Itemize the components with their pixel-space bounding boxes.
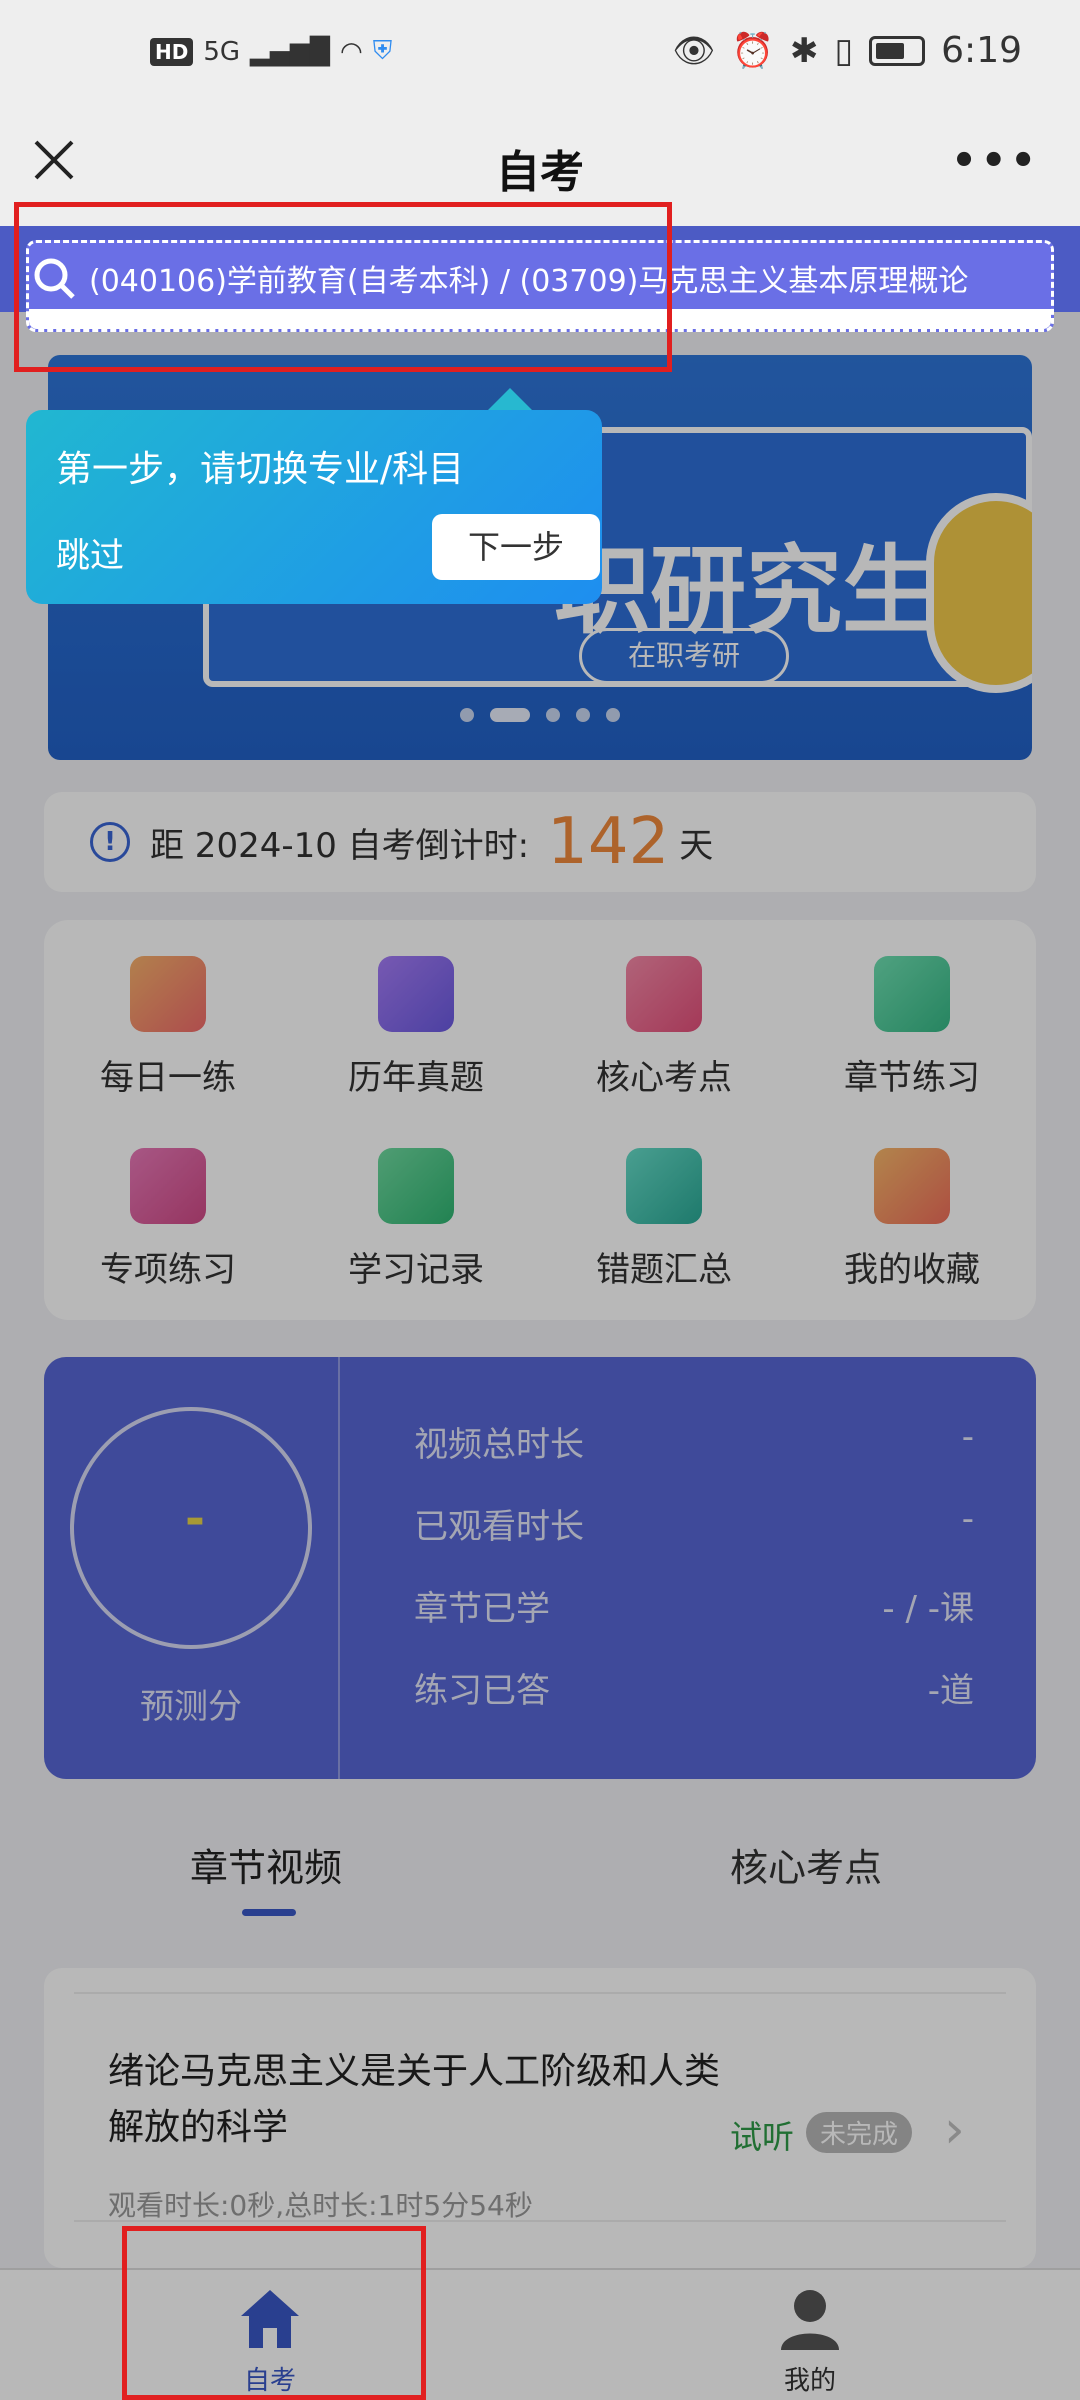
page-title: 自考: [496, 147, 584, 198]
banner-badge: [926, 493, 1032, 693]
menu-label: 专项练习: [100, 1250, 236, 1290]
stat-row: 练习已答 -道: [414, 1663, 974, 1712]
stat-label: 视频总时长: [414, 1425, 584, 1465]
stat-value: -: [961, 1499, 974, 1539]
chevron-right-icon: ›: [944, 2100, 965, 2160]
stat-value: - / -课: [882, 1589, 974, 1629]
menu-study-record[interactable]: 学习记录: [292, 1148, 540, 1291]
book-icon: [626, 956, 702, 1032]
tab-chapter-videos[interactable]: 章节视频: [190, 1837, 342, 1892]
stat-value: -: [961, 1417, 974, 1457]
banner-dot: [576, 708, 590, 722]
lesson-duration: 观看时长:0秒,总时长:1时5分54秒: [108, 2189, 533, 2222]
signal-icon: ▂▄▆█: [250, 36, 331, 67]
exam-icon: [378, 956, 454, 1032]
menu-label: 学习记录: [348, 1250, 484, 1290]
menu-label: 历年真题: [348, 1058, 484, 1098]
vibrate-icon: ▯: [834, 30, 854, 71]
stat-label: 已观看时长: [414, 1507, 584, 1547]
study-stats-card: - 预测分 视频总时长 - 已观看时长 - 章节已学 - / -课 练习已答 -…: [44, 1357, 1036, 1779]
banner-dot: [546, 708, 560, 722]
menu-past-exams[interactable]: 历年真题: [292, 956, 540, 1099]
menu-special-practice[interactable]: 专项练习: [44, 1148, 292, 1291]
status-bar: HD 5G ▂▄▆█ ◠ ⛨ 👁 ⏰ ✱ ▯ 6:19: [0, 0, 1080, 118]
folder-up-icon: [874, 956, 950, 1032]
menu-label: 每日一练: [100, 1058, 236, 1098]
annotation-box-selector: [14, 202, 672, 372]
content-tabs: 章节视频 核心考点: [0, 1815, 1080, 1925]
folder-icon: [378, 1148, 454, 1224]
nav-profile[interactable]: 我的: [710, 2284, 910, 2397]
predicted-score-value: -: [185, 1491, 205, 1547]
battery-icon: [869, 35, 926, 66]
countdown-label: 距 2024-10 自考倒计时:: [150, 825, 530, 866]
stat-label: 练习已答: [414, 1671, 550, 1711]
exam-countdown: ! 距 2024-10 自考倒计时: 142 天: [44, 792, 1036, 892]
menu-chapter-practice[interactable]: 章节练习: [788, 956, 1036, 1099]
star-bookmark-icon: [874, 1148, 950, 1224]
banner-dot: [460, 708, 474, 722]
info-icon: !: [90, 822, 130, 862]
skip-link[interactable]: 跳过: [56, 528, 124, 577]
menu-favorites[interactable]: 我的收藏: [788, 1148, 1036, 1291]
hd-badge: HD: [150, 37, 194, 66]
pencil-icon: [130, 956, 206, 1032]
banner-dot-active: [490, 708, 530, 722]
tab-active-indicator: [242, 1909, 296, 1916]
stat-row: 章节已学 - / -课: [414, 1581, 974, 1630]
banner-dot: [606, 708, 620, 722]
banner-dots: [48, 708, 1032, 722]
banner-subtitle: 在职考研: [579, 628, 789, 684]
status-left: HD 5G ▂▄▆█ ◠ ⛨: [150, 36, 392, 67]
countdown-days: 142: [547, 805, 670, 879]
document-icon: [130, 1148, 206, 1224]
stat-row: 视频总时长 -: [414, 1417, 974, 1466]
shield-icon: ⛨: [372, 36, 393, 66]
predicted-score-label: 预测分: [140, 1687, 242, 1727]
lesson-title: 绪论马克思主义是关于人工阶级和人类解放的科学: [108, 2051, 721, 2148]
user-icon: [781, 2290, 839, 2350]
menu-daily-practice[interactable]: 每日一练: [44, 956, 292, 1099]
list-item[interactable]: 绪论马克思主义是关于人工阶级和人类解放的科学 观看时长:0秒,总时长:1时5分5…: [44, 1994, 1036, 2224]
more-icon[interactable]: •••: [951, 138, 1040, 184]
guide-tooltip: 第一步，请切换专业/科目 跳过 下一步: [26, 388, 602, 604]
trial-badge: 试听: [730, 2118, 795, 2156]
alarm-icon: ⏰: [731, 30, 774, 71]
menu-label: 核心考点: [596, 1058, 732, 1098]
network-type: 5G: [203, 36, 241, 67]
annotation-box-nav: [122, 2226, 426, 2400]
tab-core-points[interactable]: 核心考点: [730, 1837, 882, 1892]
menu-label: 章节练习: [844, 1058, 980, 1098]
stat-value: -道: [927, 1671, 974, 1711]
status-right: 👁 ⏰ ✱ ▯ 6:19: [672, 30, 1022, 71]
nav-profile-label: 我的: [783, 2366, 836, 2396]
countdown-unit: 天: [679, 825, 714, 866]
wrong-icon: [626, 1148, 702, 1224]
menu-label: 我的收藏: [844, 1250, 980, 1290]
bluetooth-icon: ✱: [789, 30, 819, 71]
eye-icon: 👁: [672, 30, 716, 71]
function-grid: 每日一练 历年真题 核心考点 章节练习 专项练习 学习记录 错题汇总 我的收藏: [44, 920, 1036, 1320]
stats-divider: [338, 1357, 340, 1779]
wifi-icon: ◠: [340, 36, 363, 67]
guide-step-text: 第一步，请切换专业/科目: [56, 449, 465, 490]
stat-label: 章节已学: [414, 1589, 550, 1629]
menu-label: 错题汇总: [596, 1250, 732, 1290]
menu-core-points[interactable]: 核心考点: [540, 956, 788, 1099]
predicted-score-ring: -: [70, 1407, 312, 1649]
next-step-button[interactable]: 下一步: [432, 514, 600, 580]
menu-wrong-answers[interactable]: 错题汇总: [540, 1148, 788, 1291]
divider: [74, 2220, 1006, 2222]
clock: 6:19: [941, 30, 1022, 71]
stat-row: 已观看时长 -: [414, 1499, 974, 1548]
status-badge: 未完成: [806, 2112, 913, 2153]
lesson-list: 绪论马克思主义是关于人工阶级和人类解放的科学 观看时长:0秒,总时长:1时5分5…: [44, 1968, 1036, 2268]
